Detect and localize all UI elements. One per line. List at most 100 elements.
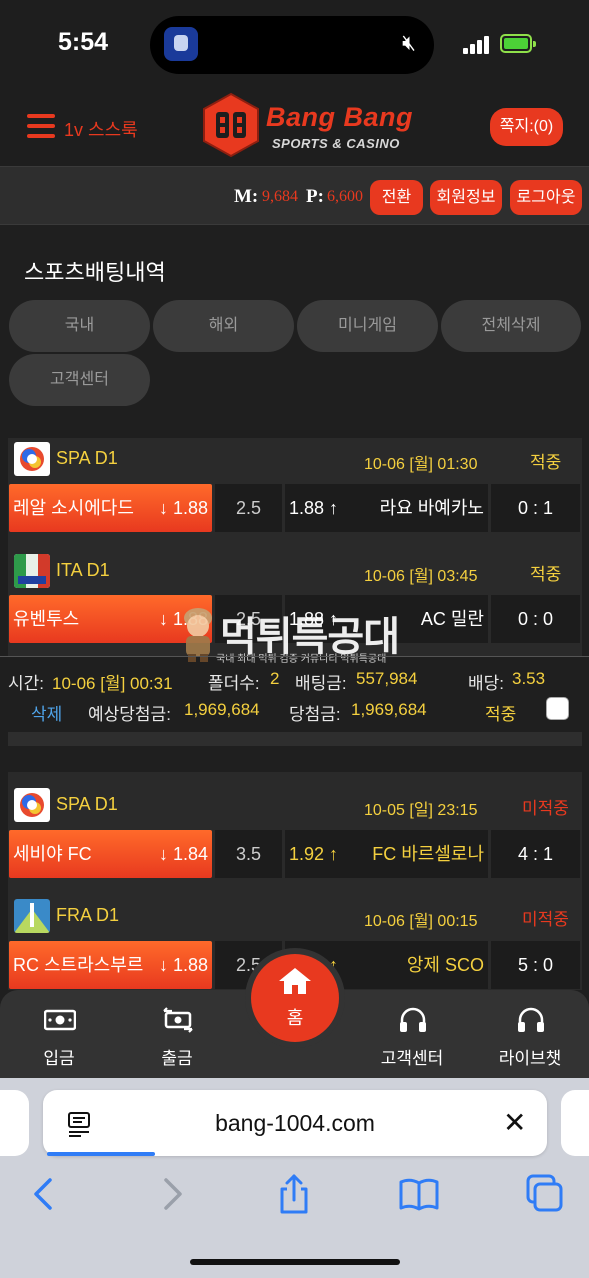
- bet-time: 10-06 [월] 00:31: [52, 674, 173, 693]
- back-icon[interactable]: [22, 1172, 66, 1216]
- away-odds: 1.88 ↑: [289, 498, 339, 518]
- nav-live-chat[interactable]: 라이브챗: [475, 990, 585, 1078]
- nav-withdraw[interactable]: 출금: [122, 990, 232, 1078]
- point-label: P:: [306, 186, 324, 207]
- match-header: SPA D1 10-05 [일] 23:15 미적중: [8, 782, 582, 826]
- away-team-cell[interactable]: 1.92 ↑ FC 바르셀로나: [285, 830, 488, 878]
- away-team-cell[interactable]: 1.88 ↑ 라요 바예카노: [285, 484, 488, 532]
- address-bar[interactable]: bang-1004.com ✕: [43, 1090, 547, 1156]
- match-datetime: 10-06 [월] 03:45: [364, 568, 478, 585]
- delete-bet-link[interactable]: 삭제: [31, 700, 62, 725]
- select-bet-checkbox[interactable]: [546, 697, 569, 720]
- match-header: SPA D1 10-06 [월] 01:30 적중: [8, 436, 582, 480]
- battery-icon: [500, 34, 536, 53]
- away-team-name: FC 바르셀로나: [372, 844, 484, 864]
- laliga-icon: [14, 788, 50, 822]
- home-team-name: RC 스트라스부르: [13, 955, 144, 975]
- bookmarks-icon[interactable]: [397, 1172, 441, 1216]
- convert-button[interactable]: 전환: [370, 180, 423, 215]
- match-score: 0 : 1: [491, 484, 580, 532]
- user-info-bar: M: 9,684 P: 6,600 전환 회원정보 로그아웃: [0, 166, 589, 225]
- status-bar: 5:54 🔇︎: [0, 0, 589, 88]
- nav-customer-center-label: 고객센터: [380, 1049, 444, 1068]
- app-activity-icon: [164, 27, 198, 61]
- logout-button[interactable]: 로그아웃: [510, 180, 582, 215]
- league-name: FRA D1: [56, 905, 120, 925]
- match-header: FRA D1 10-06 [월] 00:15 미적중: [8, 893, 582, 937]
- previous-tab-card[interactable]: [0, 1090, 29, 1156]
- nav-deposit-label: 입금: [43, 1049, 75, 1068]
- match-header: ITA D1 10-06 [월] 03:45 적중: [8, 548, 582, 592]
- away-team-name: AC 밀란: [420, 609, 484, 629]
- total-odds: 3.53: [512, 669, 546, 688]
- forward-icon[interactable]: [150, 1172, 194, 1216]
- league-name: ITA D1: [56, 560, 110, 580]
- match-score: 0 : 0: [491, 595, 580, 643]
- match-status: 적중: [530, 565, 562, 584]
- tab-overseas[interactable]: 해외: [153, 300, 294, 352]
- tabs-icon[interactable]: [522, 1172, 566, 1216]
- nav-customer-center[interactable]: 고객센터: [357, 990, 467, 1078]
- tab-domestic[interactable]: 국내: [9, 300, 150, 352]
- home-odds: ↓ 1.88: [158, 955, 208, 975]
- ligue1-icon: [14, 899, 50, 933]
- next-tab-card[interactable]: [561, 1090, 589, 1156]
- share-icon[interactable]: [272, 1172, 316, 1216]
- divider: [8, 732, 582, 746]
- bet-result: 적중: [485, 705, 517, 724]
- home-odds: ↓ 1.84: [158, 844, 208, 864]
- site-logo[interactable]: Bang Bang SPORTS & CASINO: [200, 92, 430, 158]
- status-time: 5:54: [58, 28, 109, 56]
- bet-amount: 557,984: [356, 669, 418, 688]
- money-label: M:: [234, 186, 259, 207]
- tab-customer-center[interactable]: 고객센터: [9, 354, 150, 406]
- match-status: 미적중: [522, 799, 569, 818]
- win-amount-label: 당첨금:: [289, 705, 341, 724]
- bet-summary: 시간: 10-06 [월] 00:31 폴더수: 2 배팅금: 557,984 …: [0, 656, 589, 732]
- nav-home[interactable]: 홈: [245, 948, 345, 1048]
- folder-count: 2: [270, 669, 280, 688]
- url-text: bang-1004.com: [215, 1110, 375, 1136]
- nav-deposit[interactable]: 입금: [4, 990, 114, 1078]
- home-indicator: [190, 1259, 400, 1265]
- logo-subtitle: SPORTS & CASINO: [272, 136, 400, 151]
- home-team-name: 레알 소시에다드: [13, 498, 134, 518]
- home-team-cell[interactable]: 레알 소시에다드 ↓ 1.88: [9, 484, 212, 532]
- home-team-cell[interactable]: RC 스트라스부르 ↓ 1.88: [9, 941, 212, 989]
- away-team-name: 앙제 SCO: [406, 955, 484, 975]
- close-icon[interactable]: ✕: [503, 1108, 526, 1138]
- exchange-icon: [163, 1007, 193, 1033]
- handicap-line: 2.5: [215, 484, 282, 532]
- page-load-progress: [47, 1152, 155, 1156]
- hamburger-menu-icon[interactable]: [27, 114, 55, 138]
- laliga-icon: [14, 442, 50, 476]
- win-amount: 1,969,684: [351, 700, 427, 719]
- home-team-cell[interactable]: 세비야 FC ↓ 1.84: [9, 830, 212, 878]
- league-name: SPA D1: [56, 794, 118, 814]
- member-info-button[interactable]: 회원정보: [430, 180, 502, 215]
- cash-icon: [44, 1009, 76, 1031]
- dynamic-island: 🔇︎: [150, 16, 434, 74]
- user-name-label[interactable]: 1v 스스룩: [64, 116, 138, 142]
- tab-delete-all[interactable]: 전체삭제: [441, 300, 581, 352]
- away-odds: 1.92 ↑: [289, 844, 339, 864]
- home-icon: [279, 968, 311, 994]
- nav-home-label: 홈: [286, 1008, 304, 1028]
- match-score: 4 : 1: [491, 830, 580, 878]
- logo-badge-icon: [203, 92, 259, 158]
- match-datetime: 10-06 [월] 00:15: [364, 913, 478, 930]
- home-odds: ↓ 1.88: [158, 498, 208, 518]
- point-value: 6,600: [327, 188, 363, 205]
- odds-label: 배당:: [468, 674, 505, 693]
- home-team-name: 세비야 FC: [13, 844, 92, 864]
- home-button[interactable]: 홈: [251, 954, 339, 1042]
- silent-mode-icon: 🔇︎: [402, 30, 416, 55]
- home-team-name: 유벤투스: [13, 609, 80, 629]
- match-score: 5 : 0: [491, 941, 580, 989]
- tab-minigame[interactable]: 미니게임: [297, 300, 438, 352]
- page-title: 스포츠배팅내역: [24, 260, 166, 285]
- cellular-signal-icon: [463, 36, 491, 54]
- match-status: 적중: [530, 453, 562, 472]
- messages-button[interactable]: 쪽지:(0): [490, 108, 563, 146]
- logo-title: Bang Bang: [266, 102, 414, 132]
